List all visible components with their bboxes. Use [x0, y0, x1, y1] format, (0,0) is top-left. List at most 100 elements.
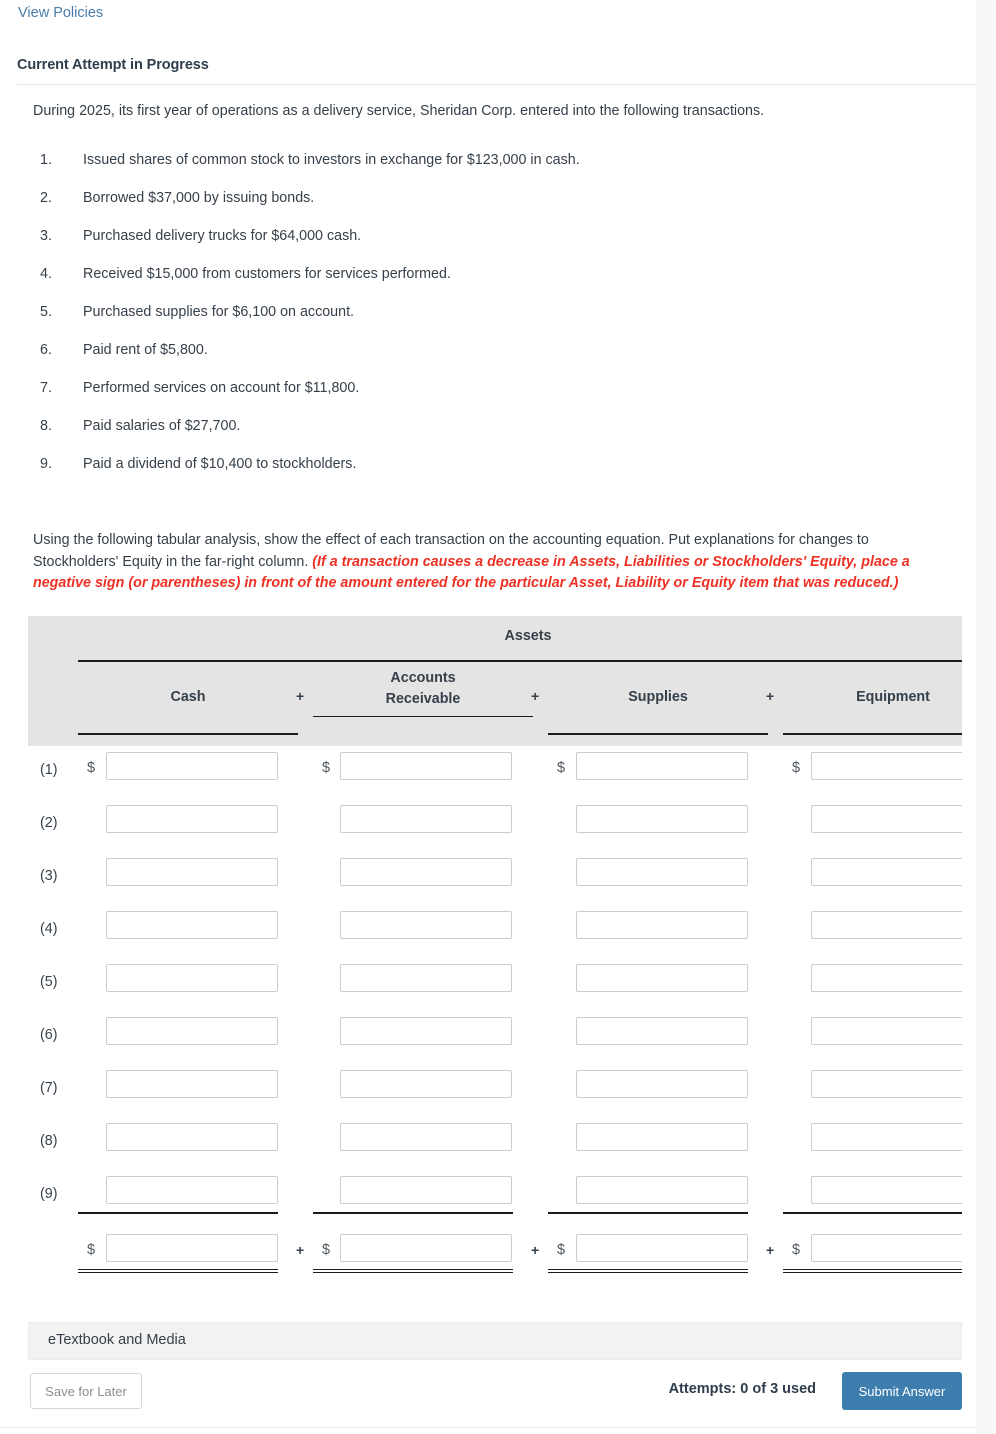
subtotal-rule	[78, 1212, 278, 1214]
amount-input-r3-c3[interactable]	[576, 858, 748, 886]
row-label: (6)	[40, 1027, 58, 1043]
amount-input-r3-c2[interactable]	[340, 858, 512, 886]
transaction-item: 6. Paid rent of $5,800.	[33, 342, 933, 380]
row-label: (2)	[40, 815, 58, 831]
totals-row: $ + $ + $ + $	[28, 1228, 962, 1281]
header-plus-operator: +	[296, 688, 305, 704]
transaction-item: 8. Paid salaries of $27,700.	[33, 418, 933, 456]
total-input-c3[interactable]	[576, 1234, 748, 1262]
currency-symbol: $	[792, 760, 801, 776]
amount-input-r6-c4[interactable]	[811, 1017, 962, 1045]
column-header-line2: Receivable	[385, 690, 461, 707]
row-label: (3)	[40, 868, 58, 884]
transaction-number: 2.	[40, 190, 52, 206]
etextbook-label: eTextbook and Media	[48, 1332, 186, 1348]
amount-input-r1-c1[interactable]	[106, 752, 278, 780]
row-label: (4)	[40, 921, 58, 937]
amount-input-r2-c2[interactable]	[340, 805, 512, 833]
transaction-item: 4. Received $15,000 from customers for se…	[33, 266, 933, 304]
currency-symbol-total: $	[322, 1242, 331, 1258]
etextbook-and-media-bar[interactable]: eTextbook and Media	[28, 1322, 962, 1360]
amount-input-r8-c1[interactable]	[106, 1123, 278, 1151]
total-double-rule	[783, 1269, 962, 1273]
column-header-accounts-receivable: Accounts Receivable	[313, 668, 533, 718]
transaction-list: 1. Issued shares of common stock to inves…	[33, 152, 933, 494]
total-input-c1[interactable]	[106, 1234, 278, 1262]
transaction-text: Issued shares of common stock to investo…	[83, 152, 580, 168]
amount-input-r4-c4[interactable]	[811, 911, 962, 939]
view-policies-link[interactable]: View Policies	[18, 5, 103, 21]
amount-input-r8-c4[interactable]	[811, 1123, 962, 1151]
transaction-item: 2. Borrowed $37,000 by issuing bonds.	[33, 190, 933, 228]
transaction-item: 9. Paid a dividend of $10,400 to stockhol…	[33, 456, 933, 494]
transaction-text: Purchased delivery trucks for $64,000 ca…	[83, 228, 362, 244]
table-row: (5)	[28, 958, 962, 1011]
intro-paragraph: During 2025, its first year of operation…	[33, 103, 765, 119]
table-row: (2)	[28, 799, 962, 852]
amount-input-r4-c1[interactable]	[106, 911, 278, 939]
amount-input-r6-c1[interactable]	[106, 1017, 278, 1045]
tabular-analysis-table: Assets Cash Accounts Receivable Supplies Equ…	[28, 616, 962, 1304]
column-header-line1: Cash	[170, 689, 206, 705]
amount-input-r2-c4[interactable]	[811, 805, 962, 833]
row-label: (8)	[40, 1133, 58, 1149]
column-header-underline	[548, 733, 768, 735]
amount-input-r6-c2[interactable]	[340, 1017, 512, 1045]
transaction-item: 3. Purchased delivery trucks for $64,000 …	[33, 228, 933, 266]
page-title: Current Attempt in Progress	[17, 57, 209, 73]
total-plus-operator: +	[531, 1242, 540, 1258]
amount-input-r7-c4[interactable]	[811, 1070, 962, 1098]
amount-input-r2-c1[interactable]	[106, 805, 278, 833]
total-input-c2[interactable]	[340, 1234, 512, 1262]
amount-input-r1-c2[interactable]	[340, 752, 512, 780]
total-double-rule	[78, 1269, 278, 1273]
amount-input-r5-c3[interactable]	[576, 964, 748, 992]
amount-input-r9-c1[interactable]	[106, 1176, 278, 1204]
currency-symbol-total: $	[87, 1242, 96, 1258]
transaction-item: 5. Purchased supplies for $6,100 on accou…	[33, 304, 933, 342]
column-header-supplies: Supplies	[548, 687, 768, 735]
amount-input-r4-c3[interactable]	[576, 911, 748, 939]
amount-input-r7-c3[interactable]	[576, 1070, 748, 1098]
amount-input-r7-c1[interactable]	[106, 1070, 278, 1098]
assets-group-header: Assets	[504, 628, 552, 644]
amount-input-r8-c2[interactable]	[340, 1123, 512, 1151]
amount-input-r1-c4[interactable]	[811, 752, 962, 780]
table-row: (8)	[28, 1117, 962, 1170]
table-row: (7)	[28, 1064, 962, 1117]
instructions-paragraph: Using the following tabular analysis, sh…	[33, 530, 957, 595]
header-plus-operator: +	[531, 688, 540, 704]
amount-input-r9-c3[interactable]	[576, 1176, 748, 1204]
transaction-number: 5.	[40, 304, 52, 320]
heading-divider	[17, 84, 976, 85]
footer-divider	[0, 1427, 976, 1428]
transaction-text: Paid a dividend of $10,400 to stockholde…	[83, 456, 357, 472]
amount-input-r5-c1[interactable]	[106, 964, 278, 992]
table-row: (3)	[28, 852, 962, 905]
transaction-item: 1. Issued shares of common stock to inves…	[33, 152, 933, 190]
amount-input-r3-c1[interactable]	[106, 858, 278, 886]
amount-input-r6-c3[interactable]	[576, 1017, 748, 1045]
transaction-number: 1.	[40, 152, 52, 168]
amount-input-r5-c4[interactable]	[811, 964, 962, 992]
amount-input-r3-c4[interactable]	[811, 858, 962, 886]
amount-input-r7-c2[interactable]	[340, 1070, 512, 1098]
submit-answer-button[interactable]: Submit Answer	[842, 1372, 962, 1410]
amount-input-r9-c4[interactable]	[811, 1176, 962, 1204]
row-label: (9)	[40, 1186, 58, 1202]
column-header-underline	[78, 733, 298, 735]
total-double-rule	[313, 1269, 513, 1273]
column-header-line1: Supplies	[628, 689, 688, 705]
table-row: (4)	[28, 905, 962, 958]
amount-input-r2-c3[interactable]	[576, 805, 748, 833]
amount-input-r9-c2[interactable]	[340, 1176, 512, 1204]
transaction-text: Performed services on account for $11,80…	[83, 380, 360, 396]
transaction-text: Paid salaries of $27,700.	[83, 418, 241, 434]
save-for-later-button[interactable]: Save for Later	[30, 1373, 142, 1409]
total-plus-operator: +	[296, 1242, 305, 1258]
amount-input-r8-c3[interactable]	[576, 1123, 748, 1151]
amount-input-r5-c2[interactable]	[340, 964, 512, 992]
amount-input-r4-c2[interactable]	[340, 911, 512, 939]
total-input-c4[interactable]	[811, 1234, 962, 1262]
amount-input-r1-c3[interactable]	[576, 752, 748, 780]
